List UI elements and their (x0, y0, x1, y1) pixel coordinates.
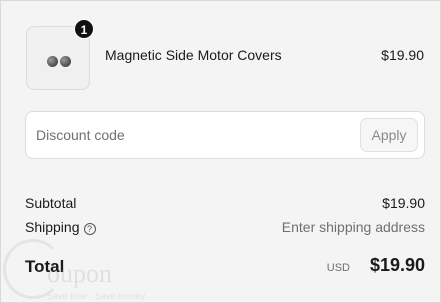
subtotal-row: Subtotal $19.90 (25, 195, 425, 211)
quantity-badge: 1 (74, 19, 94, 39)
product-price: $19.90 (381, 47, 424, 63)
currency-code: USD (326, 262, 350, 274)
product-image-part (47, 56, 58, 67)
subtotal-value: $19.90 (382, 195, 425, 211)
line-item: 1 Magnetic Side Motor Covers $19.90 (24, 19, 424, 90)
subtotal-label: Subtotal (25, 195, 77, 211)
discount-code-form: Apply (25, 111, 425, 159)
question-circle-icon[interactable]: ? (83, 223, 96, 235)
shipping-row: Shipping? Enter shipping address (25, 219, 425, 235)
total-row: Total USD $19.90 (25, 255, 425, 279)
apply-button[interactable]: Apply (360, 118, 418, 152)
product-image-part (60, 56, 71, 67)
shipping-value: Enter shipping address (281, 219, 425, 235)
total-amount: $19.90 (369, 255, 425, 275)
discount-code-input[interactable] (26, 112, 356, 158)
product-name: Magnetic Side Motor Covers (105, 47, 282, 63)
watermark-tagline: Save time · Save money (47, 291, 146, 301)
shipping-label: Shipping (25, 219, 80, 235)
total-label: Total (25, 257, 65, 276)
